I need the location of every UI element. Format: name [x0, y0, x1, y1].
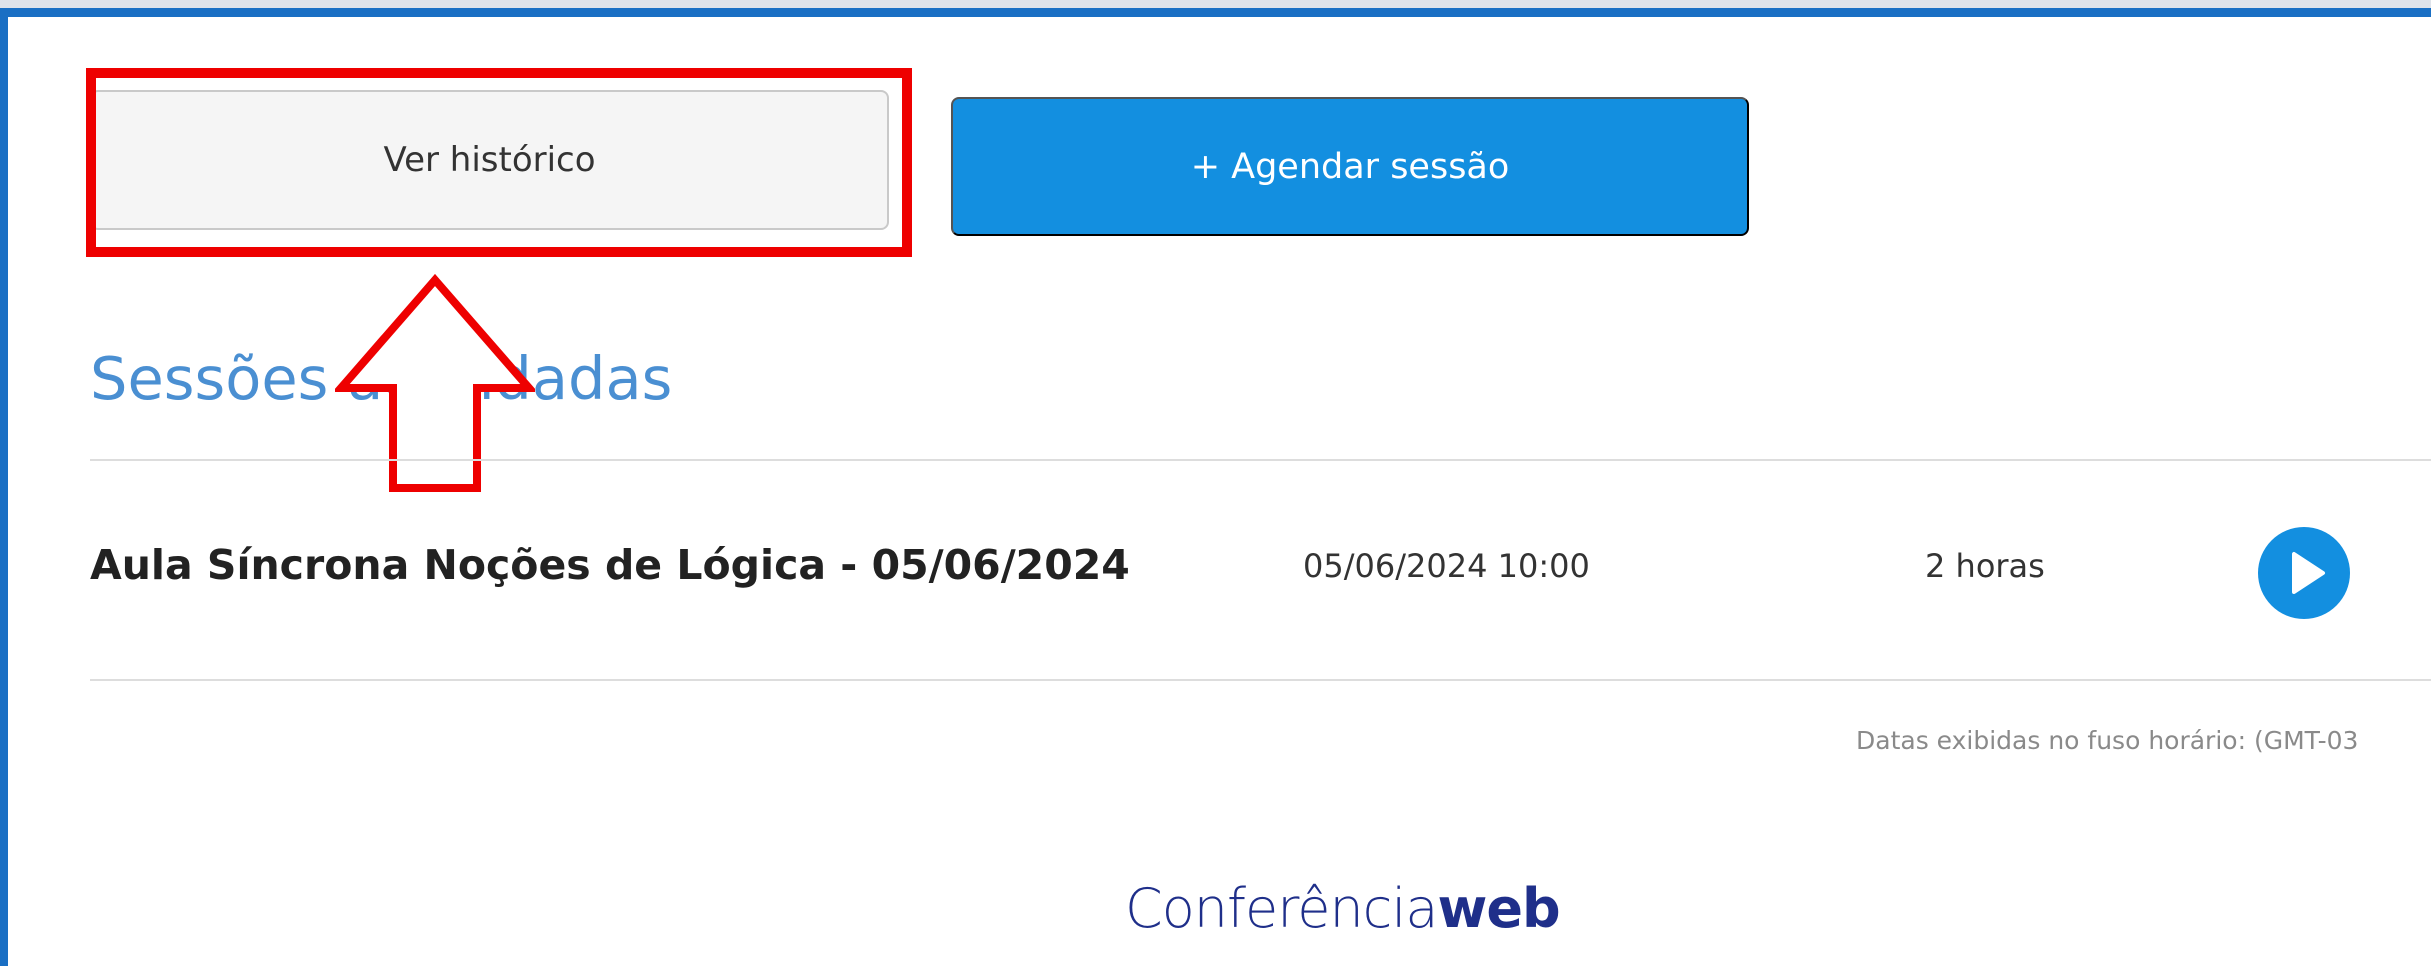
timezone-note: Datas exibidas no fuso horário: (GMT-03 [1856, 726, 2359, 755]
table-row: Aula Síncrona Noções de Lógica - 05/06/2… [90, 461, 2431, 679]
session-datetime: 05/06/2024 10:00 [1303, 547, 1590, 585]
view-history-button[interactable]: Ver histórico [90, 90, 889, 230]
play-icon [2292, 552, 2325, 594]
logo-text-light: Conferência [1125, 877, 1438, 940]
conferenciaweb-logo: Conferênciaweb [1125, 877, 1561, 940]
schedule-session-button[interactable]: + Agendar sessão [951, 97, 1749, 236]
session-duration: 2 horas [1925, 547, 2045, 585]
logo-text-bold: web [1437, 877, 1560, 940]
play-button[interactable] [2258, 527, 2350, 619]
session-title: Aula Síncrona Noções de Lógica - 05/06/2… [90, 541, 1130, 589]
sessions-panel: Ver histórico + Agendar sessão Sessões a… [0, 8, 2431, 966]
divider [90, 679, 2431, 681]
section-title: Sessões agendadas [90, 344, 673, 413]
